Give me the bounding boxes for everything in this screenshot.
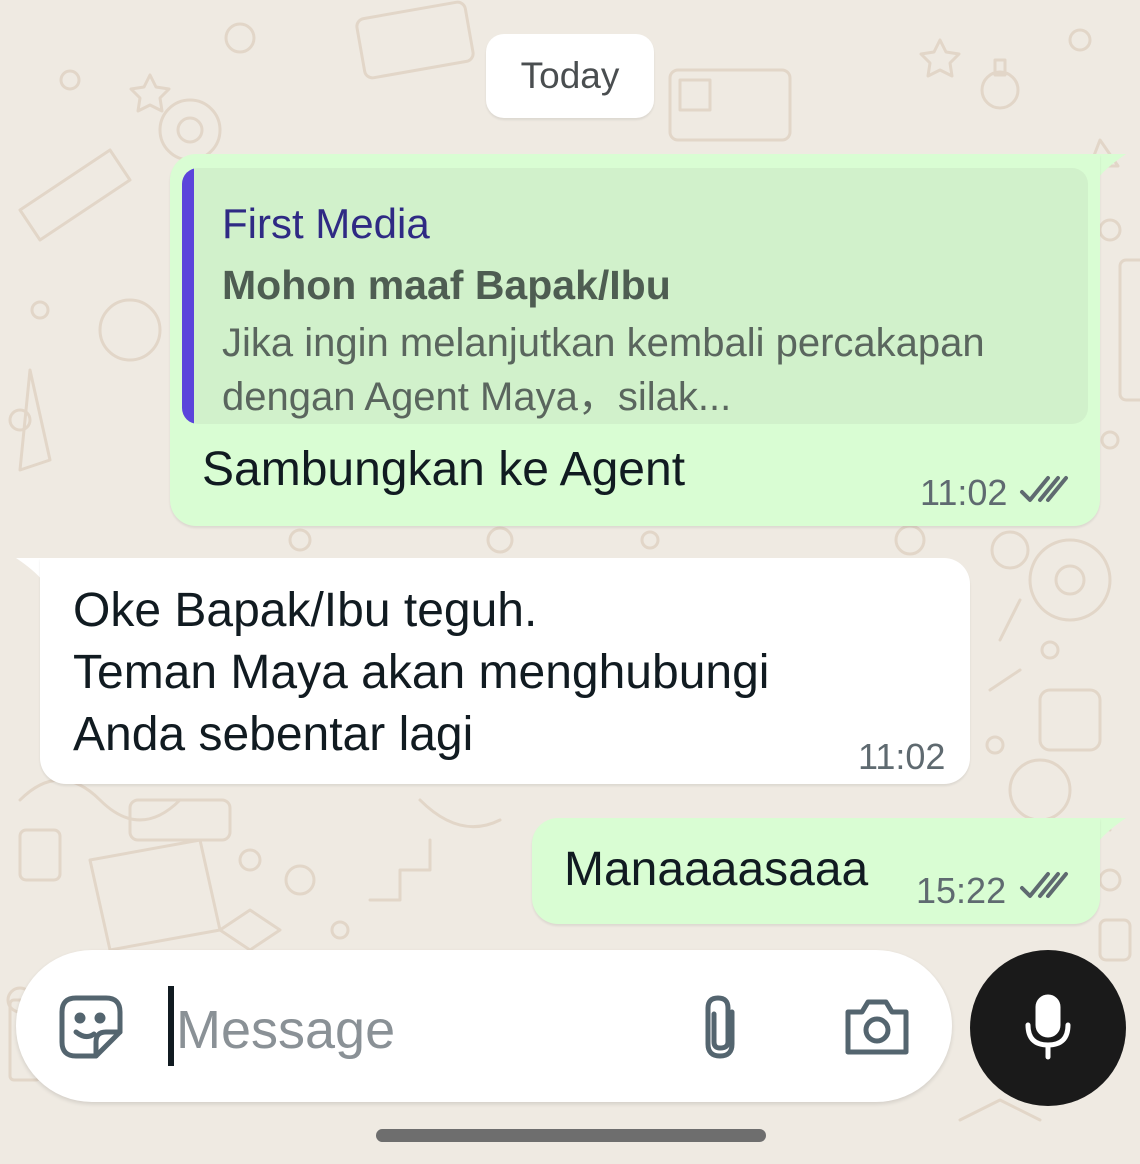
message-time: 11:02: [858, 736, 946, 777]
voice-message-button[interactable]: [970, 950, 1126, 1106]
message-time: 15:22: [916, 870, 1007, 911]
sticker-icon[interactable]: [56, 992, 126, 1062]
message-time: 11:02: [920, 472, 1008, 513]
bubble-tail: [1098, 818, 1126, 842]
quoted-title: Mohon maaf Bapak/Ibu: [222, 262, 671, 308]
outgoing-message-bubble[interactable]: First Media Mohon maaf Bapak/Ibu Jika in…: [170, 154, 1100, 526]
attach-icon[interactable]: [698, 990, 746, 1066]
home-indicator[interactable]: [376, 1129, 766, 1142]
message-text: Manaaaasaaa: [564, 843, 869, 896]
mic-icon: [1025, 994, 1071, 1060]
message-composer: [16, 950, 952, 1102]
message-line: Anda sebentar lagi: [73, 708, 474, 761]
message-text: Oke Bapak/Ibu teguh. Teman Maya akan men…: [73, 580, 933, 766]
quoted-body: Jika ingin melanjutkan kembali percakapa…: [222, 321, 985, 419]
outgoing-message-bubble[interactable]: Manaaaasaaa 15:22: [532, 818, 1100, 924]
message-line: Oke Bapak/Ibu teguh.: [73, 584, 538, 637]
message-line: Teman Maya akan menghubungi: [73, 646, 770, 699]
camera-icon[interactable]: [842, 996, 912, 1058]
quoted-author: First Media: [222, 200, 430, 247]
quoted-message[interactable]: First Media Mohon maaf Bapak/Ibu Jika in…: [182, 168, 1088, 424]
read-receipt-icon: [1020, 476, 1068, 502]
bubble-tail: [1098, 154, 1126, 178]
date-separator: Today: [486, 34, 654, 118]
quote-bar: [182, 168, 194, 424]
message-input[interactable]: [174, 994, 678, 1066]
incoming-message-bubble[interactable]: Oke Bapak/Ibu teguh. Teman Maya akan men…: [40, 558, 970, 784]
read-receipt-icon: [1020, 872, 1068, 898]
message-text: Sambungkan ke Agent: [202, 443, 686, 496]
